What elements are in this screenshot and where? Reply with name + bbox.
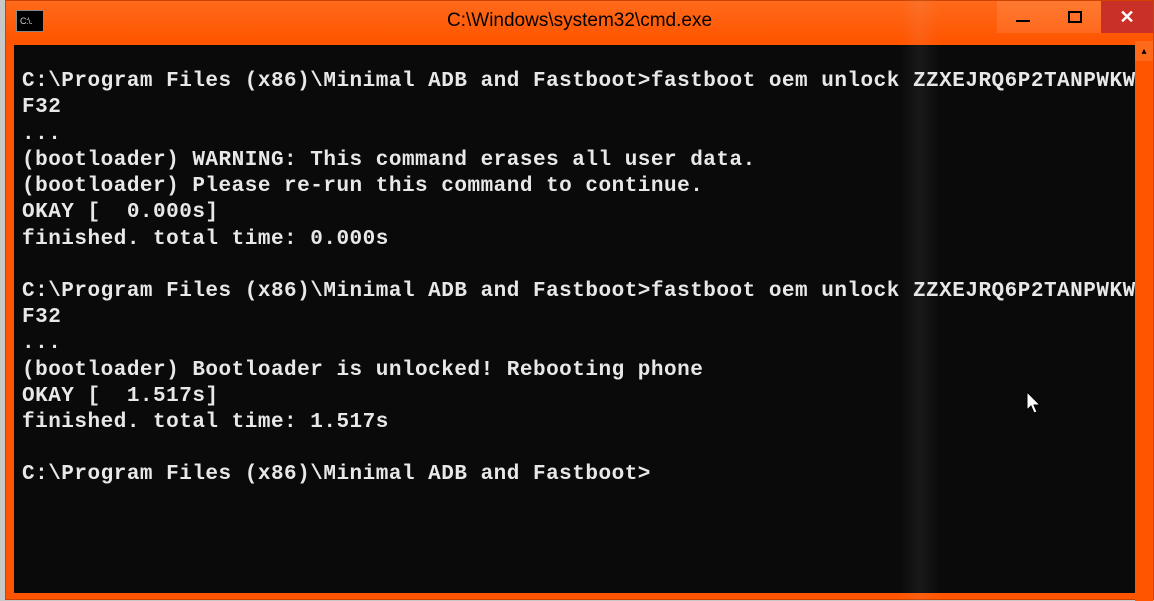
empty-line xyxy=(22,253,1137,279)
scrollbar[interactable]: ▴ xyxy=(1135,41,1153,601)
maximize-icon xyxy=(1068,11,1082,23)
terminal-line: (bootloader) Please re-run this command … xyxy=(22,174,1137,200)
cmd-icon-text: C:\. xyxy=(20,16,32,26)
empty-line xyxy=(22,436,1137,462)
mouse-cursor-icon xyxy=(1025,390,1045,426)
minimize-icon xyxy=(1016,20,1030,22)
terminal-line: ... xyxy=(22,122,1137,148)
cmd-icon: C:\. xyxy=(16,10,44,32)
terminal-line: C:\Program Files (x86)\Minimal ADB and F… xyxy=(22,69,1137,122)
terminal-line: finished. total time: 0.000s xyxy=(22,227,1137,253)
terminal-prompt: C:\Program Files (x86)\Minimal ADB and F… xyxy=(22,462,1137,488)
close-button[interactable]: ✕ xyxy=(1101,1,1153,33)
terminal-line: OKAY [ 1.517s] xyxy=(22,384,1137,410)
titlebar[interactable]: C:\. C:\Windows\system32\cmd.exe ✕ xyxy=(6,1,1153,41)
maximize-button[interactable] xyxy=(1049,1,1101,33)
cmd-window: C:\. C:\Windows\system32\cmd.exe ✕ C:\Pr… xyxy=(5,0,1154,600)
window-title: C:\Windows\system32\cmd.exe xyxy=(447,10,712,32)
terminal-line: finished. total time: 1.517s xyxy=(22,410,1137,436)
terminal-line: (bootloader) Bootloader is unlocked! Reb… xyxy=(22,358,1137,384)
scroll-up-icon[interactable]: ▴ xyxy=(1135,41,1153,61)
terminal-line: ... xyxy=(22,331,1137,357)
terminal-output[interactable]: C:\Program Files (x86)\Minimal ADB and F… xyxy=(14,45,1145,593)
window-controls: ✕ xyxy=(997,1,1153,33)
minimize-button[interactable] xyxy=(997,1,1049,33)
close-icon: ✕ xyxy=(1119,7,1134,28)
terminal-line: (bootloader) WARNING: This command erase… xyxy=(22,148,1137,174)
terminal-line: OKAY [ 0.000s] xyxy=(22,200,1137,226)
terminal-line: C:\Program Files (x86)\Minimal ADB and F… xyxy=(22,279,1137,332)
